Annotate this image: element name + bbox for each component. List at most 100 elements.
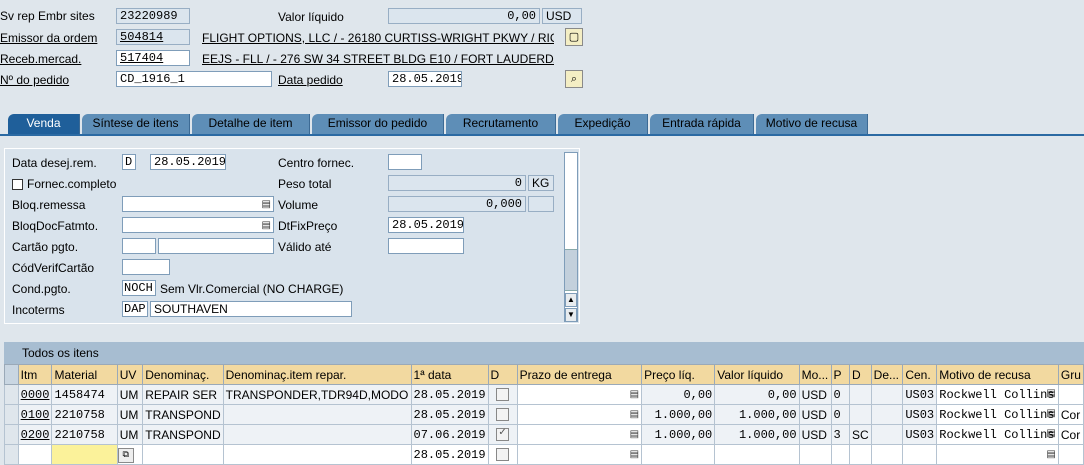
- document-icon[interactable]: ▢: [565, 28, 583, 46]
- cell-p[interactable]: 3: [830, 424, 850, 445]
- col-p[interactable]: P: [830, 364, 850, 385]
- tab-sintese[interactable]: Síntese de itens: [82, 114, 190, 134]
- cell-material[interactable]: [51, 444, 118, 465]
- emissor-field[interactable]: 504814: [116, 29, 190, 45]
- cell-uv[interactable]: ⧉: [116, 444, 144, 465]
- row-selector[interactable]: [4, 424, 19, 445]
- codverif-field[interactable]: [122, 259, 170, 275]
- col-denominacao-item-repar[interactable]: Denominaç.item repar.: [222, 364, 412, 385]
- cell-denominacao[interactable]: TRANSPOND: [142, 424, 224, 445]
- valido-field[interactable]: [388, 238, 464, 254]
- tab-entrada-rapida[interactable]: Entrada rápida: [650, 114, 754, 134]
- search-icon[interactable]: ⌕: [565, 70, 583, 88]
- cell-de[interactable]: [870, 384, 904, 405]
- tab-emissor[interactable]: Emissor do pedido: [312, 114, 444, 134]
- cell-prazo[interactable]: ▤: [516, 424, 643, 445]
- f4-help-icon[interactable]: ▤: [262, 219, 271, 232]
- sv-rep-field[interactable]: 23220989: [116, 8, 190, 24]
- cell-valor[interactable]: [714, 444, 800, 465]
- table-row[interactable]: 0000 1458474 UM REPAIR SER TRANSPONDER,T…: [4, 384, 1084, 405]
- cell-valor[interactable]: 1.000,00: [714, 404, 800, 425]
- cell-gru[interactable]: Cor: [1057, 404, 1084, 425]
- cell-de[interactable]: [870, 444, 904, 465]
- cell-p[interactable]: 0: [830, 404, 850, 425]
- fornec-completo-checkbox[interactable]: [12, 179, 23, 190]
- row-selector[interactable]: [4, 444, 19, 465]
- cell-gru[interactable]: [1057, 384, 1084, 405]
- row-selector-header[interactable]: [4, 364, 19, 385]
- cartao-number-field[interactable]: [158, 238, 274, 254]
- incoterms-desc-field[interactable]: SOUTHAVEN: [150, 301, 352, 317]
- cell-motivo[interactable]: ▤: [936, 444, 1059, 465]
- row-selector[interactable]: [4, 404, 19, 425]
- cell-uv[interactable]: UM: [116, 424, 144, 445]
- cell-itm[interactable]: [17, 444, 53, 465]
- cell-centro[interactable]: [902, 444, 938, 465]
- cell-denominacao-repar[interactable]: [222, 404, 412, 425]
- col-motivo-recusa[interactable]: Motivo de recusa: [936, 364, 1059, 385]
- col-itm[interactable]: Itm: [17, 364, 53, 385]
- cond-pgto-field[interactable]: NOCH: [122, 280, 156, 296]
- cell-moeda[interactable]: USD: [798, 424, 832, 445]
- cell-preco[interactable]: [641, 444, 716, 465]
- volume-field[interactable]: 0,000: [388, 196, 526, 212]
- cell-data[interactable]: 07.06.2019: [410, 424, 489, 445]
- cell-material[interactable]: 2210758: [51, 404, 118, 425]
- col-material[interactable]: Material: [51, 364, 118, 385]
- cell-d-checkbox[interactable]: ✓: [487, 424, 518, 445]
- scroll-down-icon[interactable]: ▼: [565, 308, 577, 322]
- table-row[interactable]: 0100 2210758 UM TRANSPOND 28.05.2019 ▤ 1…: [4, 404, 1084, 425]
- cell-itm[interactable]: 0100: [17, 404, 53, 425]
- cell-data[interactable]: 28.05.2019: [410, 404, 489, 425]
- receb-field[interactable]: 517404: [116, 50, 190, 66]
- cell-denominacao-repar[interactable]: TRANSPONDER,TDR94D,MODO: [222, 384, 412, 405]
- cell-uv[interactable]: UM: [116, 384, 144, 405]
- tab-venda[interactable]: Venda: [8, 114, 80, 134]
- cell-gru[interactable]: Cor: [1057, 424, 1084, 445]
- dtfix-field[interactable]: 28.05.2019: [388, 217, 464, 233]
- table-row[interactable]: ⧉ 28.05.2019 ▤ ▤: [4, 444, 1084, 465]
- bloq-doc-field[interactable]: ▤: [122, 217, 274, 233]
- checkbox[interactable]: [496, 407, 510, 421]
- cell-denominacao[interactable]: TRANSPOND: [142, 404, 224, 425]
- cell-d2[interactable]: [849, 404, 872, 425]
- cell-p[interactable]: 0: [830, 384, 850, 405]
- incoterms-field[interactable]: DAP: [122, 301, 148, 317]
- cell-preco[interactable]: 1.000,00: [641, 404, 716, 425]
- cell-prazo[interactable]: ▤: [516, 444, 643, 465]
- scroll-thumb[interactable]: [565, 249, 577, 291]
- f4-help-icon[interactable]: ▤: [262, 198, 271, 211]
- peso-field[interactable]: 0: [388, 175, 526, 191]
- col-d2[interactable]: D: [849, 364, 872, 385]
- cell-itm[interactable]: 0000: [17, 384, 53, 405]
- cell-denominacao[interactable]: [142, 444, 224, 465]
- col-d[interactable]: D: [487, 364, 518, 385]
- f4-help-icon[interactable]: ▤: [630, 409, 639, 420]
- cell-data[interactable]: 28.05.2019: [410, 444, 489, 465]
- detail-scrollbar[interactable]: ▲ ▼: [564, 152, 578, 322]
- col-valor-liquido[interactable]: Valor líquido: [714, 364, 800, 385]
- cell-d2[interactable]: [849, 384, 872, 405]
- cell-preco[interactable]: 0,00: [641, 384, 716, 405]
- cell-centro[interactable]: US03: [902, 404, 938, 425]
- col-de[interactable]: De...: [870, 364, 904, 385]
- tab-recrutamento[interactable]: Recrutamento: [446, 114, 556, 134]
- tab-detalhe[interactable]: Detalhe de item: [192, 114, 310, 134]
- copy-icon[interactable]: ⧉: [118, 447, 134, 463]
- cell-moeda[interactable]: USD: [798, 384, 832, 405]
- scroll-up-icon[interactable]: ▲: [565, 293, 577, 307]
- cell-denominacao-repar[interactable]: [222, 424, 412, 445]
- centro-field[interactable]: [388, 154, 422, 170]
- cell-motivo[interactable]: ▤ Rockwell Collins: [936, 404, 1059, 425]
- f4-help-icon[interactable]: ▤: [630, 429, 639, 440]
- col-preco-liq[interactable]: Preço líq.: [641, 364, 716, 385]
- cell-d2[interactable]: [849, 444, 872, 465]
- checkbox-checked[interactable]: ✓: [496, 427, 510, 441]
- col-prazo-entrega[interactable]: Prazo de entrega: [516, 364, 643, 385]
- cell-de[interactable]: [870, 404, 904, 425]
- col-centro[interactable]: Cen.: [902, 364, 938, 385]
- tab-expedicao[interactable]: Expedição: [558, 114, 648, 134]
- col-gru[interactable]: Gru: [1057, 364, 1084, 385]
- row-selector[interactable]: [4, 384, 19, 405]
- cell-material[interactable]: 1458474: [51, 384, 118, 405]
